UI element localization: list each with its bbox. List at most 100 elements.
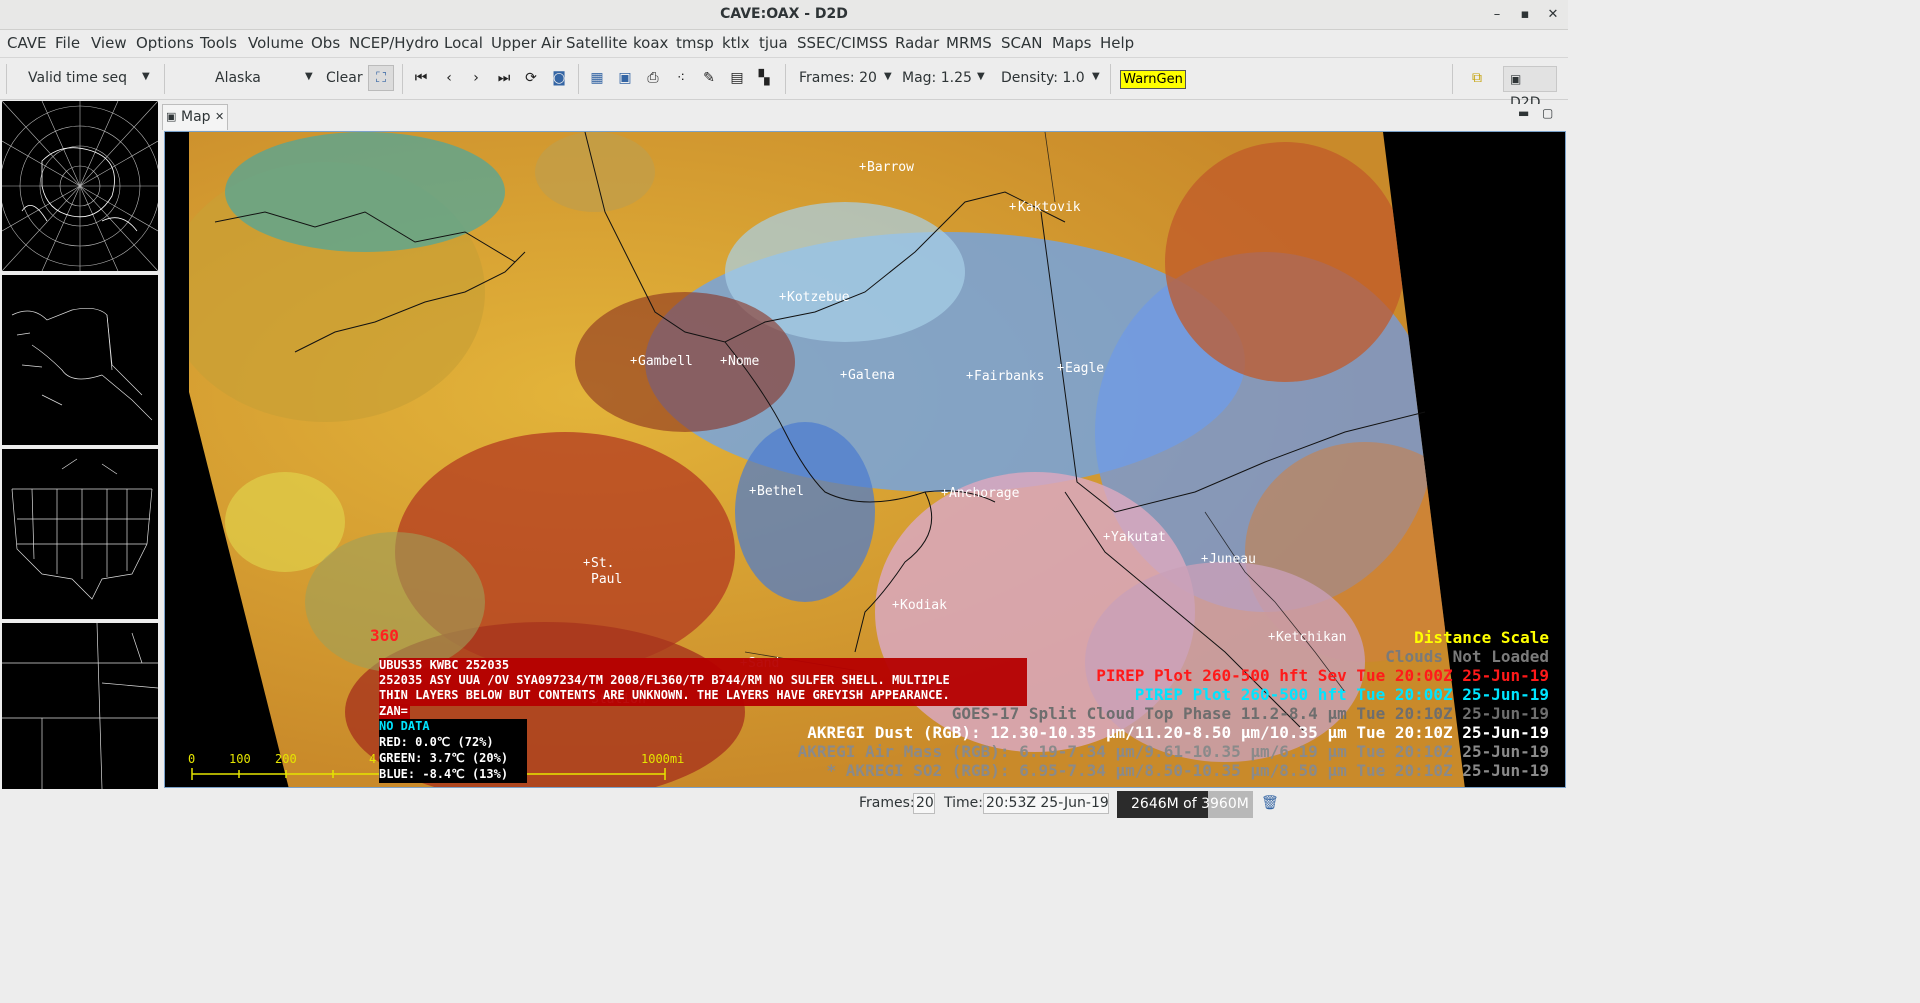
loop-icon[interactable]: ⟳ [522, 69, 540, 87]
city-label-juneau: Juneau [1209, 552, 1256, 567]
menu-item-ktlx[interactable]: ktlx [722, 34, 750, 52]
scale-label-400: 4 [369, 752, 377, 766]
legend-entry[interactable]: Distance Scale [1414, 628, 1549, 647]
four-panel-icon[interactable]: ▚ [755, 69, 773, 87]
pirep-line-2: 252035 ASY UUA /OV SYA097234/TM 2008/FL3… [379, 673, 950, 687]
city-label-yakutat: Yakutat [1111, 530, 1166, 545]
title-bar: CAVE:OAX - D2D – ▪ ✕ [0, 0, 1568, 30]
city-label-galena: Galena [848, 368, 895, 383]
sample-icon[interactable]: ⁖ [672, 69, 690, 87]
toolbar: Valid time seq ▼ Alaska ▼ Clear ⛶ ⏮ ‹ › … [0, 57, 1568, 111]
trash-icon[interactable]: 🗑 [1261, 795, 1279, 811]
city-marker: + [892, 597, 900, 611]
pirep-level-label: 360 [370, 626, 399, 645]
map-display[interactable]: + Barrow + Kaktovik + Kotzebue + Gambell + Nome + G… [164, 131, 1566, 788]
menu-item-upper-air[interactable]: Upper Air [491, 34, 562, 52]
last-frame-icon[interactable]: ⏭ [495, 69, 513, 87]
legend-entry[interactable]: PIREP Plot 260-500 hft Tue 20:00Z 25-Jun… [1135, 685, 1549, 704]
status-frames-label: Frames: [859, 795, 915, 811]
menu-item-obs[interactable]: Obs [311, 34, 340, 52]
city-marker: + [941, 485, 949, 499]
maximize-button[interactable]: ▪ [1515, 5, 1535, 25]
d2d-perspective-button[interactable]: ▣ D2D [1503, 66, 1557, 111]
tab-map-label: Map [181, 109, 211, 125]
open-perspective-icon[interactable]: ⧉ [1468, 69, 1486, 87]
menu-item-maps[interactable]: Maps [1052, 34, 1091, 52]
first-frame-icon[interactable]: ⏮ [412, 69, 430, 87]
menu-item-options[interactable]: Options [136, 34, 194, 52]
image-properties-icon[interactable]: ▦ [588, 69, 606, 87]
print-icon[interactable]: ⎙ [644, 69, 662, 87]
chevron-down-icon[interactable]: ▼ [305, 71, 313, 82]
status-bar: Frames: 20 Time: 20:53Z 25-Jun-19 2646M … [0, 789, 1568, 819]
pirep-line-1: UBUS35 KWBC 252035 [379, 658, 510, 672]
fullscreen-icon[interactable]: ⛶ [368, 65, 394, 91]
legend-entry[interactable]: PIREP Plot 260-500 hft Sev Tue 20:00Z 25… [1096, 666, 1549, 685]
chevron-down-icon[interactable]: ▼ [142, 71, 150, 82]
maximize-view-icon[interactable]: ▢ [1542, 106, 1553, 120]
chevron-down-icon[interactable]: ▼ [977, 71, 985, 82]
scale-dropdown[interactable]: Alaska [215, 70, 261, 86]
menu-item-tools[interactable]: Tools [200, 34, 237, 52]
menu-item-tjua[interactable]: tjua [759, 34, 788, 52]
tab-map[interactable]: ▣ Map ✕ [162, 104, 228, 130]
city-label-anchorage: Anchorage [949, 486, 1020, 501]
menu-item-tmsp[interactable]: tmsp [676, 34, 714, 52]
legend-entry[interactable]: * AKREGI SO2 (RGB): 6.95-7.34 µm/8.50-10… [827, 761, 1549, 780]
close-icon[interactable]: ✕ [215, 105, 224, 129]
toolbar-grip [6, 64, 7, 94]
image-combination-icon[interactable]: ▣ [616, 69, 634, 87]
single-panel-icon[interactable]: ▤ [728, 69, 746, 87]
warngen-button[interactable]: WarnGen [1120, 70, 1186, 89]
city-label-barrow: Barrow [867, 160, 914, 175]
time-mode-dropdown[interactable]: Valid time seq [28, 70, 127, 86]
legend-entry[interactable]: AKREGI Air Mass (RGB): 6.19-7.34 µm/9.61… [798, 742, 1549, 761]
frames-dropdown[interactable]: Frames: 20 [799, 70, 877, 86]
menu-item-ncep-hydro[interactable]: NCEP/Hydro [349, 34, 439, 52]
editor-icon[interactable]: ✎ [700, 69, 718, 87]
menu-item-help[interactable]: Help [1100, 34, 1134, 52]
city-marker: + [1103, 529, 1111, 543]
thumbnail-alaska[interactable] [2, 275, 158, 445]
menu-item-local[interactable]: Local [444, 34, 483, 52]
menu-item-file[interactable]: File [55, 34, 80, 52]
chevron-down-icon[interactable]: ▼ [1092, 71, 1100, 82]
thumbnail-northern-hemisphere[interactable] [0, 100, 161, 272]
thumbnail-panels [0, 100, 161, 790]
city-marker: + [630, 353, 638, 367]
menu-item-mrms[interactable]: MRMS [946, 34, 992, 52]
city-marker: + [583, 555, 591, 569]
city-marker: + [1268, 629, 1276, 643]
legend-entry[interactable]: GOES-17 Split Cloud Top Phase 11.2-8.4 µ… [952, 704, 1549, 723]
menu-item-volume[interactable]: Volume [248, 34, 304, 52]
menu-item-scan[interactable]: SCAN [1001, 34, 1042, 52]
city-label-st-: St. [591, 556, 615, 571]
menu-item-radar[interactable]: Radar [895, 34, 939, 52]
clear-button[interactable]: Clear [326, 70, 363, 86]
menu-item-cave[interactable]: CAVE [7, 34, 47, 52]
status-time-value: 20:53Z 25-Jun-19 [983, 793, 1109, 814]
density-dropdown[interactable]: Density: 1.0 [1001, 70, 1085, 86]
sample-green: GREEN: 3.7℃ (20%) [379, 751, 509, 765]
city-label-eagle: Eagle [1065, 361, 1105, 376]
city-marker: + [720, 353, 728, 367]
legend-entry[interactable]: AKREGI Dust (RGB): 12.30-10.35 µm/11.20-… [807, 723, 1549, 742]
menu-item-ssec-cimss[interactable]: SSEC/CIMSS [797, 34, 888, 52]
loop-properties-icon[interactable]: ◙ [550, 69, 568, 87]
thumbnail-conus[interactable] [2, 449, 158, 619]
menu-item-view[interactable]: View [91, 34, 127, 52]
legend-entry[interactable]: Clouds Not Loaded [1385, 647, 1549, 666]
chevron-down-icon[interactable]: ▼ [884, 71, 892, 82]
minimize-button[interactable]: – [1487, 5, 1507, 25]
toolbar-separator [1110, 64, 1111, 94]
next-frame-icon[interactable]: › [467, 69, 485, 87]
mag-dropdown[interactable]: Mag: 1.25 [902, 70, 972, 86]
menu-item-koax[interactable]: koax [633, 34, 668, 52]
minimize-view-icon[interactable]: ▬ [1518, 106, 1529, 120]
thumbnail-region[interactable] [2, 622, 159, 790]
previous-frame-icon[interactable]: ‹ [440, 69, 458, 87]
city-label-gambell: Gambell [638, 354, 693, 369]
menu-item-satellite[interactable]: Satellite [566, 34, 627, 52]
toolbar-separator [785, 64, 786, 94]
close-window-button[interactable]: ✕ [1543, 5, 1563, 25]
